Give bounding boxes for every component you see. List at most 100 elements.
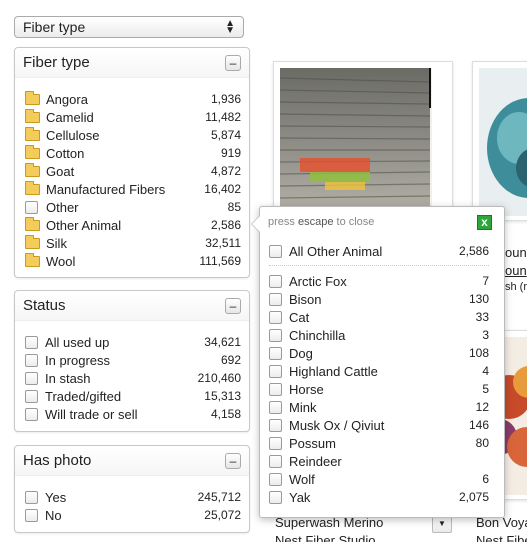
fiber-item-label: Cellulose bbox=[46, 127, 100, 143]
fiber-item-camelid[interactable]: Camelid 11,482 bbox=[25, 108, 241, 126]
photo-item-yes[interactable]: Yes 245,712 bbox=[25, 488, 241, 506]
photo-item-no[interactable]: No 25,072 bbox=[25, 506, 241, 524]
photo-item-label: No bbox=[45, 507, 62, 523]
popup-item-label: Reindeer bbox=[289, 453, 342, 469]
popup-pointer bbox=[251, 215, 260, 233]
fiber-item-angora[interactable]: Angora 1,936 bbox=[25, 90, 241, 108]
collapse-button[interactable]: – bbox=[225, 54, 241, 71]
fiber-item-label: Other Animal bbox=[46, 217, 122, 233]
popup-item-count: 146 bbox=[468, 418, 489, 432]
popup-item[interactable]: Horse 5 bbox=[269, 380, 489, 398]
popup-item-count: 6 bbox=[482, 472, 489, 486]
checkbox[interactable] bbox=[25, 353, 38, 367]
popup-item[interactable]: Reindeer bbox=[269, 452, 489, 470]
checkbox[interactable] bbox=[269, 472, 282, 486]
status-header: Status – bbox=[15, 291, 249, 321]
checkbox[interactable] bbox=[269, 346, 282, 360]
popup-item-label: Highland Cattle bbox=[289, 363, 378, 379]
collapse-button[interactable]: – bbox=[225, 297, 241, 314]
checkbox[interactable] bbox=[269, 274, 282, 288]
fiber-item-wool[interactable]: Wool 111,569 bbox=[25, 252, 241, 270]
checkbox[interactable] bbox=[269, 490, 282, 504]
fiber-item-cellulose[interactable]: Cellulose 5,874 bbox=[25, 126, 241, 144]
popup-item[interactable]: Dog 108 bbox=[269, 344, 489, 362]
fiber-item-count: 1,936 bbox=[210, 92, 241, 106]
filter-select[interactable]: Fiber type ▲ ▼ bbox=[14, 16, 244, 38]
status-item-in-progress[interactable]: In progress 692 bbox=[25, 351, 241, 369]
fiber-item-other[interactable]: Other 85 bbox=[25, 198, 241, 216]
checkbox[interactable] bbox=[269, 292, 282, 306]
status-item-count: 4,158 bbox=[210, 407, 241, 421]
fiber-item-count: 2,586 bbox=[210, 218, 241, 232]
fiber-item-other-animal[interactable]: Other Animal 2,586 bbox=[25, 216, 241, 234]
status-item-used-up[interactable]: All used up 34,621 bbox=[25, 333, 241, 351]
checkbox[interactable] bbox=[269, 244, 282, 258]
folder-icon bbox=[25, 252, 40, 267]
status-panel: Status – All used up 34,621 In progress 69… bbox=[14, 290, 250, 432]
product-card[interactable] bbox=[472, 61, 527, 221]
product-brand[interactable]: Nest Fibe bbox=[476, 533, 527, 542]
popup-item[interactable]: Chinchilla 3 bbox=[269, 326, 489, 344]
folder-icon bbox=[25, 144, 40, 159]
fiber-item-cotton[interactable]: Cotton 919 bbox=[25, 144, 241, 162]
popup-item-label: Chinchilla bbox=[289, 327, 346, 343]
popup-item-label: Wolf bbox=[289, 471, 315, 487]
checkbox[interactable] bbox=[269, 454, 282, 468]
product-link-fragment[interactable]: oun bbox=[505, 263, 527, 278]
checkbox[interactable] bbox=[25, 490, 38, 504]
popup-item[interactable]: Possum 80 bbox=[269, 434, 489, 452]
fiber-item-label: Camelid bbox=[46, 109, 94, 125]
product-photo bbox=[280, 68, 446, 216]
popup-item[interactable]: Mink 12 bbox=[269, 398, 489, 416]
checkbox[interactable] bbox=[269, 436, 282, 450]
fiber-item-silk[interactable]: Silk 32,511 bbox=[25, 234, 241, 252]
status-item-count: 692 bbox=[220, 353, 241, 367]
fiber-item-manufactured[interactable]: Manufactured Fibers 16,402 bbox=[25, 180, 241, 198]
checkbox[interactable] bbox=[25, 335, 38, 349]
popup-item[interactable]: Cat 33 bbox=[269, 308, 489, 326]
checkbox[interactable] bbox=[269, 328, 282, 342]
checkbox[interactable] bbox=[25, 389, 38, 403]
checkbox[interactable] bbox=[25, 508, 38, 522]
fiber-item-goat[interactable]: Goat 4,872 bbox=[25, 162, 241, 180]
photo-item-count: 245,712 bbox=[197, 490, 241, 504]
folder-icon bbox=[25, 180, 40, 195]
fiber-item-label: Other bbox=[46, 199, 79, 215]
popup-item[interactable]: Yak 2,075 bbox=[269, 488, 489, 506]
checkbox[interactable] bbox=[269, 310, 282, 324]
close-icon[interactable]: x bbox=[477, 215, 492, 230]
folder-icon bbox=[25, 90, 40, 105]
popup-item[interactable]: Arctic Fox 7 bbox=[269, 272, 489, 290]
popup-item[interactable]: Musk Ox / Qiviut 146 bbox=[269, 416, 489, 434]
checkbox[interactable] bbox=[269, 418, 282, 432]
fiber-item-count: 4,872 bbox=[210, 164, 241, 178]
product-photo bbox=[479, 68, 527, 216]
product-card[interactable] bbox=[273, 61, 453, 221]
checkbox[interactable] bbox=[269, 382, 282, 396]
collapse-button[interactable]: – bbox=[225, 452, 241, 469]
checkbox[interactable] bbox=[25, 371, 38, 385]
popup-item-count: 2,586 bbox=[458, 244, 489, 258]
status-item-will-trade[interactable]: Will trade or sell 4,158 bbox=[25, 405, 241, 423]
popup-item[interactable]: Bison 130 bbox=[269, 290, 489, 308]
popup-item-count: 5 bbox=[482, 382, 489, 396]
fiber-item-count: 111,569 bbox=[199, 254, 241, 268]
popup-item-all[interactable]: All Other Animal 2,586 bbox=[269, 241, 489, 261]
status-item-traded[interactable]: Traded/gifted 15,313 bbox=[25, 387, 241, 405]
fiber-item-label: Goat bbox=[46, 163, 75, 179]
status-item-label: In stash bbox=[45, 370, 91, 386]
status-item-count: 34,621 bbox=[204, 335, 241, 349]
popup-item[interactable]: Wolf 6 bbox=[269, 470, 489, 488]
popup-item[interactable]: Highland Cattle 4 bbox=[269, 362, 489, 380]
checkbox[interactable] bbox=[269, 364, 282, 378]
checkbox[interactable] bbox=[25, 200, 38, 214]
checkbox[interactable] bbox=[25, 407, 38, 421]
fiber-item-label: Cotton bbox=[46, 145, 85, 161]
checkbox[interactable] bbox=[269, 400, 282, 414]
popup-item-label: Possum bbox=[289, 435, 336, 451]
panel-title: Has photo bbox=[23, 452, 92, 469]
product-brand[interactable]: Nest Fiber Studio bbox=[275, 533, 375, 542]
updown-arrows-icon: ▲ ▼ bbox=[225, 18, 235, 36]
status-item-in-stash[interactable]: In stash 210,460 bbox=[25, 369, 241, 387]
fiber-item-label: Wool bbox=[46, 253, 76, 269]
